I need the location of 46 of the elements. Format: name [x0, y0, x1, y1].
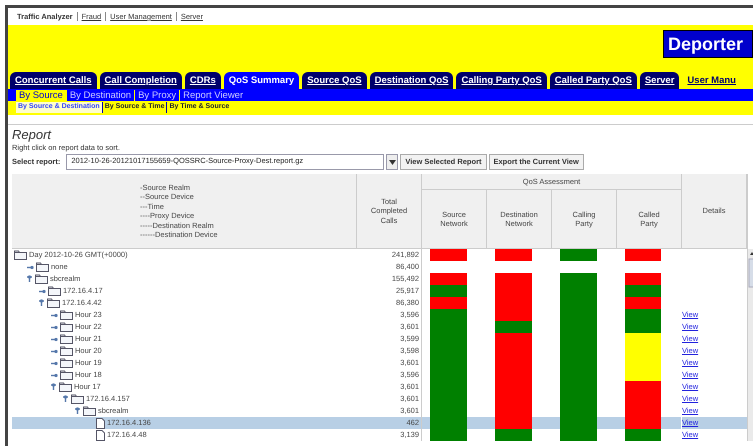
folder-icon	[60, 322, 73, 332]
expand-icon[interactable]	[50, 360, 58, 366]
folder-icon	[59, 382, 72, 392]
sub-tab[interactable]: By Source	[16, 90, 66, 100]
folder-icon	[60, 370, 73, 380]
expand-icon[interactable]	[50, 312, 58, 318]
folder-icon	[60, 358, 73, 368]
nav-link[interactable]: User Manu	[682, 72, 741, 89]
tab[interactable]: Source QoS	[302, 72, 367, 89]
folder-icon	[47, 298, 60, 308]
collapse-icon[interactable]	[26, 275, 33, 283]
tab[interactable]: Called Party QoS	[550, 72, 637, 89]
report-title: Report	[12, 127, 52, 142]
expand-icon[interactable]	[50, 372, 58, 378]
tab[interactable]: CDRs	[184, 72, 221, 89]
tab[interactable]: Destination QoS	[370, 72, 454, 89]
folder-icon	[36, 262, 49, 272]
expand-icon[interactable]	[50, 324, 58, 330]
collapse-icon[interactable]	[38, 299, 45, 307]
tab[interactable]: Call Completion	[100, 72, 182, 89]
collapse-icon[interactable]	[62, 395, 69, 403]
caret-icon	[388, 160, 396, 164]
tab[interactable]: Calling Party QoS	[456, 72, 547, 89]
tab[interactable]: QoS Summary	[224, 72, 300, 89]
expand-icon[interactable]	[50, 348, 58, 354]
collapse-icon[interactable]	[50, 383, 57, 391]
tab[interactable]: Concurrent Calls	[10, 72, 97, 89]
sub-tab[interactable]: By Proxy	[134, 90, 180, 100]
folder-icon	[35, 274, 48, 284]
file-icon	[96, 430, 105, 440]
expand-icon[interactable]	[50, 336, 58, 342]
sub-tab[interactable]: By Destination	[66, 90, 134, 100]
folder-icon	[60, 310, 73, 320]
collapse-icon[interactable]	[74, 407, 81, 415]
folder-icon	[83, 406, 96, 416]
folder-icon	[71, 394, 84, 404]
tab[interactable]: Server	[640, 72, 680, 89]
file-icon	[96, 418, 105, 428]
folder-icon	[60, 334, 73, 344]
folder-icon	[60, 346, 73, 356]
logo: Deporter	[663, 30, 753, 58]
expand-icon[interactable]	[38, 288, 46, 294]
sub-tab[interactable]: Report Viewer	[179, 90, 246, 100]
expand-icon[interactable]	[26, 264, 34, 270]
dropdown-button[interactable]	[386, 154, 398, 170]
folder-icon	[48, 286, 61, 296]
